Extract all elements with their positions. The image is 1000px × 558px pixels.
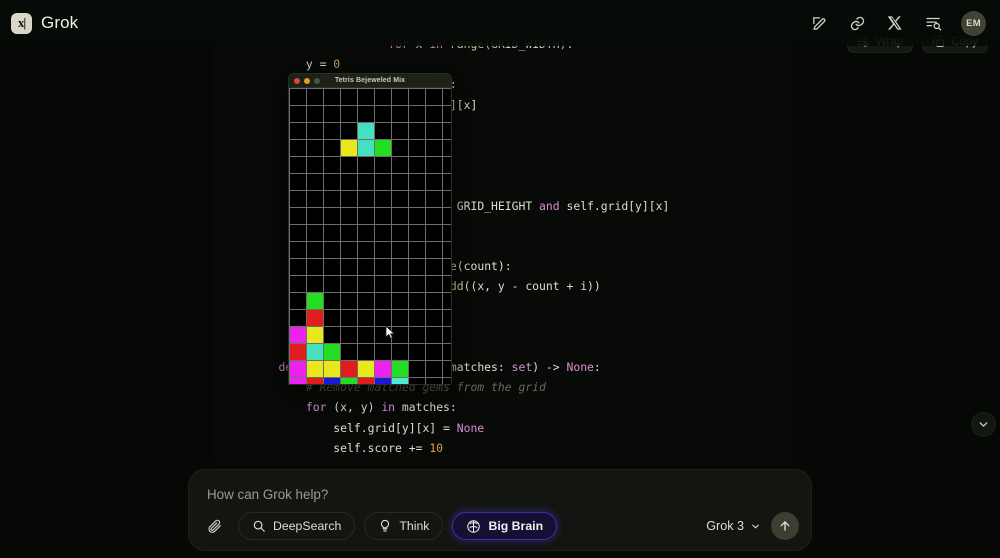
grid-line-vertical: [425, 88, 426, 384]
chevron-down-icon[interactable]: [971, 412, 996, 437]
settled-gem: [358, 361, 374, 377]
header-actions: EM: [809, 10, 1000, 36]
grok-logo-icon: x|: [11, 12, 32, 34]
deepsearch-label: DeepSearch: [273, 519, 342, 533]
new-chat-icon[interactable]: [809, 13, 829, 33]
grid-line-vertical: [323, 88, 324, 384]
settled-gem: [392, 378, 408, 384]
history-search-icon[interactable]: [923, 13, 943, 33]
link-icon[interactable]: [847, 13, 867, 33]
falling-piece-block: [358, 123, 374, 139]
attach-file-button[interactable]: [201, 512, 229, 540]
settled-gem: [307, 327, 323, 343]
prompt-input[interactable]: How can Grok help?: [207, 487, 328, 502]
grid-line-horizontal: [289, 224, 451, 225]
settled-gem: [341, 361, 357, 377]
grid-line-horizontal: [289, 275, 451, 276]
brand[interactable]: x| Grok: [0, 12, 79, 34]
settled-gem: [307, 293, 323, 309]
grid-line-vertical: [408, 88, 409, 384]
falling-piece-block: [358, 140, 374, 156]
grid-line-horizontal: [289, 190, 451, 191]
grok-app-window: x| Grok EM y = 0 y + count < GRID_HEIGHT…: [0, 0, 1000, 558]
avatar[interactable]: EM: [961, 10, 986, 36]
settled-gem: [324, 361, 340, 377]
grid-line-horizontal: [289, 241, 451, 242]
code-line: y = 0: [251, 57, 341, 72]
grid-line-vertical: [340, 88, 341, 384]
settled-gem: [375, 361, 391, 377]
code-line: self.grid[y][x] = None: [251, 420, 485, 435]
grid-line-horizontal: [289, 88, 451, 89]
settled-gem: [358, 378, 374, 384]
grid-line-horizontal: [289, 173, 451, 174]
grid-line-horizontal: [289, 105, 451, 106]
composer[interactable]: How can Grok help? DeepSearch Think Big …: [188, 469, 812, 551]
big-brain-label: Big Brain: [488, 519, 544, 533]
game-window-title: Tetris Bejeweled Mix: [334, 77, 406, 84]
grid-line-horizontal: [289, 207, 451, 208]
settled-gem: [307, 310, 323, 326]
settled-gem: [307, 344, 323, 360]
big-brain-button[interactable]: Big Brain: [452, 512, 558, 540]
composer-toolbar: DeepSearch Think Big Brain Grok 3: [189, 511, 811, 541]
code-line: self.score += 10: [251, 440, 444, 455]
game-board[interactable]: [289, 88, 451, 384]
send-button[interactable]: [771, 512, 799, 540]
settled-gem: [324, 344, 340, 360]
settled-gem: [290, 378, 306, 384]
app-header: x| Grok EM: [0, 0, 1000, 46]
grid-line-vertical: [374, 88, 375, 384]
settled-gem: [290, 344, 306, 360]
settled-gem: [307, 361, 323, 377]
grid-line-vertical: [442, 88, 443, 384]
settled-gem: [392, 361, 408, 377]
model-name: Grok 3: [706, 519, 744, 533]
game-window[interactable]: Tetris Bejeweled Mix: [288, 73, 452, 385]
code-line: for (x, y) in matches:: [305, 400, 457, 415]
arrow-up-icon: [780, 521, 790, 531]
grid-line-horizontal: [289, 156, 451, 157]
composer-right: Grok 3: [706, 512, 799, 540]
grid-line-horizontal: [289, 258, 451, 259]
brand-name: Grok: [41, 13, 79, 32]
game-window-titlebar[interactable]: Tetris Bejeweled Mix: [289, 74, 451, 88]
think-label: Think: [399, 519, 430, 533]
falling-piece-block: [375, 140, 391, 156]
falling-piece-block: [341, 140, 357, 156]
model-selector[interactable]: Grok 3: [706, 519, 761, 533]
settled-gem: [290, 361, 306, 377]
settled-gem: [341, 378, 357, 384]
settled-gem: [290, 327, 306, 343]
deepsearch-button[interactable]: DeepSearch: [238, 512, 356, 540]
settled-gem: [375, 378, 391, 384]
x-logo-icon[interactable]: [885, 13, 905, 33]
chevron-down-icon: [752, 524, 759, 528]
mouse-cursor-icon: [385, 325, 396, 345]
settled-gem: [324, 378, 340, 384]
think-button[interactable]: Think: [364, 512, 444, 540]
settled-gem: [307, 378, 323, 384]
